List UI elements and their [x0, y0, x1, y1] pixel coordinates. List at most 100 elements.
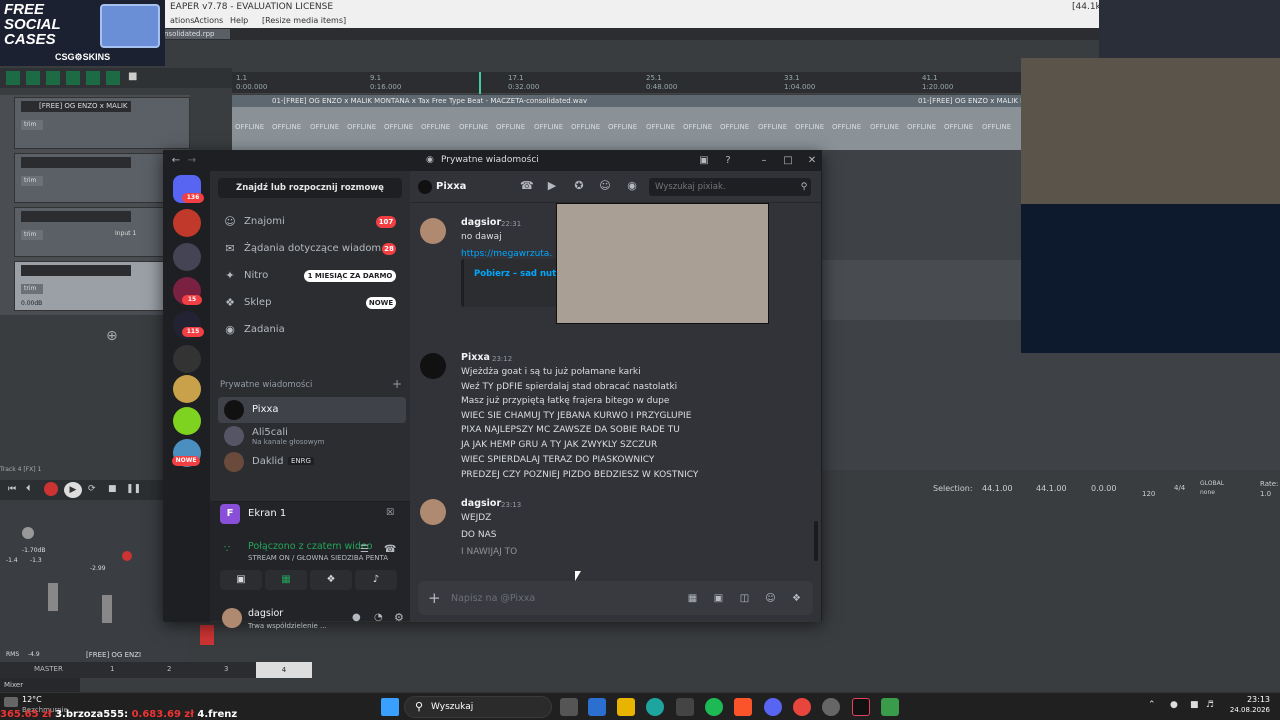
mixer-label[interactable]: Mixer [0, 678, 80, 692]
edge-icon[interactable] [646, 698, 664, 716]
emoji-icon[interactable]: ☺ [764, 592, 777, 605]
toolbar-icon[interactable] [26, 71, 40, 85]
voice-call-icon[interactable]: ☎ [520, 180, 534, 192]
server-icon[interactable] [173, 209, 201, 237]
nav-friends[interactable]: ☺ Znajomi 107 [218, 210, 408, 234]
voice-channel-name[interactable]: STREAM ON / GŁOWNA SIEDZIBA PENTA [248, 554, 388, 562]
close-icon[interactable]: ✕ [806, 155, 818, 167]
video-call-icon[interactable]: ▶ [546, 180, 558, 192]
gif-icon[interactable]: ▣ [712, 592, 725, 605]
mixer-tab[interactable]: 2 [167, 665, 171, 673]
brave-icon[interactable] [734, 698, 752, 716]
nav-nitro[interactable]: ✦ Nitro 1 MIESIĄC ZA DARMO [218, 264, 408, 288]
weather-icon[interactable] [4, 697, 18, 707]
search-input[interactable] [649, 178, 811, 196]
input-label[interactable]: Input 1 [115, 230, 136, 237]
pause-icon[interactable]: ❚❚ [126, 484, 141, 494]
network-icon[interactable]: ■ [1190, 700, 1199, 710]
task-view-icon[interactable] [560, 698, 578, 716]
file-explorer-icon[interactable] [617, 698, 635, 716]
server-icon[interactable] [173, 243, 201, 271]
project-tab[interactable]: nsolidated.rpp [160, 29, 230, 39]
menu-actions[interactable]: Actions [194, 14, 223, 28]
selection-start[interactable]: 44.1.00 [982, 484, 1013, 493]
message-author[interactable]: dagsior [461, 217, 501, 228]
create-dm-plus-icon[interactable]: + [392, 377, 402, 391]
discord-icon[interactable] [764, 698, 782, 716]
add-friend-icon[interactable]: ☺ [599, 180, 611, 192]
toolbar-icon[interactable] [46, 71, 60, 85]
skip-back-icon[interactable]: ⏴ [26, 484, 31, 494]
nav-message-requests[interactable]: ✉ Żądania dotyczące wiadom... 28 [218, 237, 408, 261]
dm-item-pixxa[interactable]: Pixxa [218, 397, 406, 423]
avatar[interactable] [420, 353, 446, 379]
username[interactable]: dagsior [248, 608, 283, 619]
menu-resize[interactable]: [Resize media items] [262, 14, 346, 28]
menu-help[interactable]: Help [230, 14, 248, 28]
lock-icon[interactable]: ■ [128, 71, 140, 85]
playhead[interactable] [479, 72, 481, 94]
track-header[interactable]: [FREE] OG ENZO x MALIK trim [14, 97, 190, 149]
mixer-track-name[interactable]: [FREE] OG ENZI [86, 651, 141, 659]
app-icon[interactable] [676, 698, 694, 716]
nav-quests[interactable]: ◉ Zadania [218, 318, 408, 342]
inbox-icon[interactable]: ▣ [698, 155, 710, 167]
track-name[interactable] [21, 157, 131, 168]
add-track-icon[interactable]: ⊕ [106, 328, 118, 344]
rewind-icon[interactable]: ⏮ [8, 484, 16, 494]
menu-options[interactable]: ations [170, 14, 194, 28]
store-icon[interactable] [588, 698, 606, 716]
selection-length[interactable]: 0.0.00 [1091, 484, 1116, 493]
dm-item-daklid[interactable]: Daklid ENRG [218, 449, 406, 475]
automation-mode[interactable]: none [1200, 489, 1215, 496]
stop-icon[interactable]: ■ [108, 484, 117, 494]
tiktok-icon[interactable] [852, 698, 870, 716]
camera-off-icon[interactable]: ▣ [220, 570, 262, 590]
record-button[interactable] [44, 482, 58, 496]
record-arm-button[interactable] [122, 551, 132, 561]
help-icon[interactable]: ? [722, 155, 734, 167]
timeline-ruler[interactable]: 1.1 9.1 17.1 25.1 33.1 41.1 0:00.000 0:1… [232, 72, 1022, 94]
microphone-tray-icon[interactable]: ● [1170, 700, 1178, 710]
microphone-icon[interactable]: ● [352, 612, 361, 623]
gift-icon[interactable]: ▦ [686, 592, 699, 605]
server-icon[interactable] [173, 375, 201, 403]
app-icon[interactable] [881, 698, 899, 716]
find-conversation-button[interactable]: Znajdź lub rozpocznij rozmowę [218, 178, 402, 198]
profile-icon[interactable]: ◉ [626, 180, 638, 192]
apps-icon[interactable]: ❖ [790, 592, 803, 605]
message-link[interactable]: https://megawrzuta. [461, 249, 552, 259]
trim-button[interactable]: trim [21, 284, 43, 294]
mixer-tab-selected[interactable]: 4 [256, 662, 312, 678]
start-windows-icon[interactable] [381, 698, 399, 716]
trim-button[interactable]: trim [21, 176, 43, 186]
toolbar-icon[interactable] [66, 71, 80, 85]
scrollbar[interactable] [814, 521, 818, 561]
taskbar-search[interactable]: ⚲ Wyszukaj [404, 696, 552, 718]
voice-connected-status[interactable]: Połączono z czatem wideo [248, 541, 373, 552]
settings-gear-icon[interactable]: ⚙ [394, 611, 404, 624]
noise-suppression-icon[interactable]: ☰ [360, 544, 369, 555]
attach-plus-icon[interactable]: + [428, 588, 448, 608]
user-avatar[interactable] [222, 608, 242, 628]
spotify-icon[interactable] [705, 698, 723, 716]
tray-chevron-icon[interactable]: ⌃ [1148, 700, 1156, 710]
headphones-icon[interactable]: ◔ [374, 612, 383, 623]
mixer-tab-master[interactable]: MASTER [34, 665, 63, 673]
server-icon[interactable] [173, 345, 201, 373]
rate-value[interactable]: 1.0 [1260, 490, 1271, 498]
embed-title[interactable]: Pobierz – sad nuta [474, 269, 562, 279]
pin-icon[interactable]: ✪ [573, 180, 585, 192]
obs-icon[interactable] [822, 698, 840, 716]
tempo[interactable]: 120 [1142, 490, 1155, 498]
nav-shop[interactable]: ❖ Sklep NOWE [218, 291, 408, 315]
avatar[interactable] [420, 499, 446, 525]
disconnect-icon[interactable]: ☎ [384, 544, 396, 555]
toolbar-icon[interactable] [86, 71, 100, 85]
avatar[interactable] [420, 218, 446, 244]
track-name[interactable] [21, 211, 131, 222]
maximize-icon[interactable]: □ [782, 155, 794, 167]
chrome-icon[interactable] [793, 698, 811, 716]
weather-temp[interactable]: 12°C [22, 695, 42, 704]
close-stream-icon[interactable]: ☒ [386, 508, 394, 518]
